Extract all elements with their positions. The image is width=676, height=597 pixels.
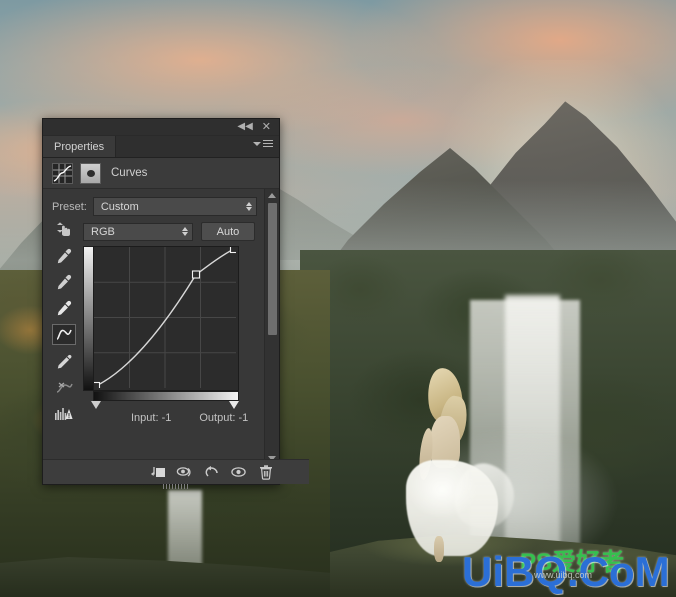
toggle-layer-visibility-button[interactable]: [225, 461, 252, 483]
black-point-slider[interactable]: [91, 401, 101, 409]
channel-dropdown[interactable]: RGB: [83, 222, 193, 241]
adjustment-title: Curves: [111, 167, 148, 179]
output-value: -1: [238, 412, 249, 424]
channel-value: RGB: [91, 225, 115, 238]
menu-lines-icon: [263, 140, 273, 147]
white-point-eyedropper[interactable]: [53, 298, 75, 317]
stepper-arrows-icon[interactable]: [182, 227, 188, 236]
panel-footer: [43, 459, 309, 489]
stepper-arrows-icon[interactable]: [246, 202, 252, 211]
auto-button-label: Auto: [216, 225, 240, 238]
curve-point-tool[interactable]: [52, 324, 76, 345]
tab-properties-label: Properties: [54, 140, 105, 153]
clipping-warning-button[interactable]: [53, 404, 75, 423]
curves-graph-area: Input: -1 Output: -1: [43, 222, 279, 424]
close-icon[interactable]: ✕: [262, 121, 271, 133]
preset-row: Preset: Custom: [43, 189, 279, 220]
view-previous-state-button[interactable]: [171, 461, 198, 483]
input-value: -1: [161, 412, 172, 424]
preset-label: Preset:: [52, 200, 87, 213]
panel-tab-row: Properties: [43, 136, 279, 158]
auto-button[interactable]: Auto: [201, 222, 255, 241]
curve-grid[interactable]: [93, 246, 239, 391]
properties-panel: ◀◀ ✕ Properties Curves Preset: Custom RG…: [42, 118, 309, 489]
white-point-slider[interactable]: [229, 401, 239, 409]
input-gradient-ramp: [93, 391, 239, 401]
mask-dot-icon: [86, 169, 95, 177]
input-label: Input:: [131, 412, 159, 424]
delete-adjustment-button[interactable]: [252, 461, 279, 483]
preset-value: Custom: [100, 200, 139, 213]
scroll-up-arrow[interactable]: [265, 189, 279, 201]
chevron-down-icon: [253, 141, 261, 146]
panel-resize-grip[interactable]: [163, 484, 189, 489]
curves-graph[interactable]: [83, 246, 239, 409]
pencil-draw-curve-tool[interactable]: [53, 352, 75, 371]
channel-row: RGB Auto: [43, 220, 279, 246]
panel-topbar: ◀◀ ✕: [43, 119, 279, 136]
gray-point-eyedropper[interactable]: [53, 272, 75, 291]
curves-tool-strip: [51, 220, 77, 423]
woman-figure: [400, 366, 521, 562]
output-readout: Output: -1: [199, 412, 248, 424]
tab-properties[interactable]: Properties: [43, 136, 117, 157]
preset-dropdown[interactable]: Custom: [92, 197, 257, 216]
curve-plot: [94, 247, 236, 388]
layer-mask-thumbnail[interactable]: [80, 162, 101, 184]
leg: [434, 536, 444, 562]
clip-to-layer-button[interactable]: [144, 461, 171, 483]
panel-menu-icon[interactable]: [253, 140, 273, 147]
adjustment-header: Curves: [43, 158, 279, 189]
panel-body: Preset: Custom RGB Auto Input: -1 Output…: [43, 189, 279, 464]
collapse-panel-icon[interactable]: ◀◀: [237, 122, 252, 132]
watermark-subtext: www.uibq.com: [534, 570, 593, 580]
output-label: Output:: [199, 412, 236, 424]
curves-adjustment-icon: [52, 162, 73, 184]
smooth-curve-button[interactable]: [53, 378, 75, 397]
screenshot-root: PS爱好者 UiBQ.CoM www.uibq.com ◀◀ ✕ Propert…: [0, 0, 676, 597]
reset-adjustment-button[interactable]: [198, 461, 225, 483]
targeted-adjustment-tool[interactable]: [53, 220, 75, 239]
black-point-eyedropper[interactable]: [53, 246, 75, 265]
input-readout: Input: -1: [131, 412, 171, 424]
white-dress: [406, 460, 498, 556]
